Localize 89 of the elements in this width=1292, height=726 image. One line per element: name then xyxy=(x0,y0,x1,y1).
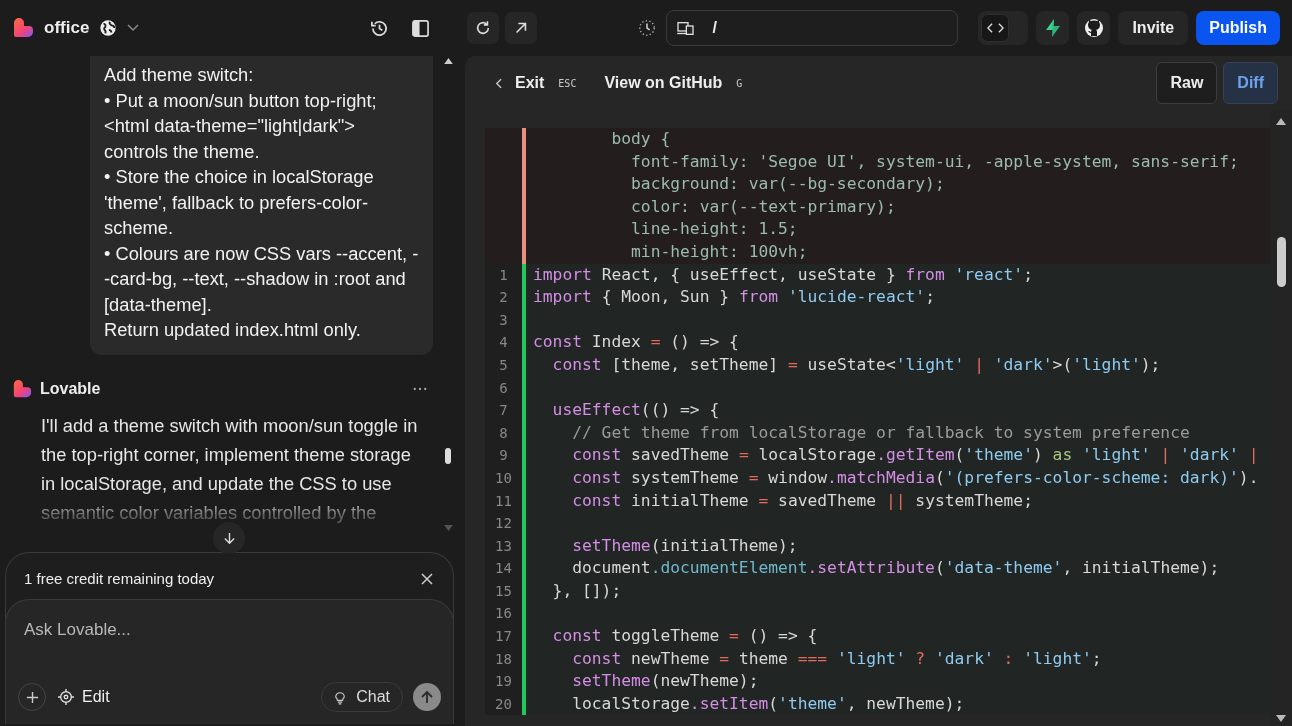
line-number: 17 xyxy=(485,625,522,648)
line-number: 2 xyxy=(485,286,522,309)
code-line: body { xyxy=(610,128,671,150)
assistant-name: Lovable xyxy=(40,379,101,398)
code-icon xyxy=(986,22,1004,34)
mode-tab[interactable]: Raw xyxy=(1156,62,1218,104)
code-line: localStorage.setItem('theme', newTheme); xyxy=(571,692,965,715)
scroll-up-arrow-icon[interactable] xyxy=(1276,118,1286,125)
line-number: 11 xyxy=(485,489,522,513)
code-line: const Index = () => { xyxy=(532,331,739,354)
line-number: 10 xyxy=(485,466,522,490)
code-line: const newTheme = theme === 'light' ? 'dark' : 'light'; xyxy=(571,647,1102,670)
send-button[interactable] xyxy=(413,683,441,711)
globe-icon[interactable] xyxy=(99,19,118,37)
dotted-clock-icon[interactable] xyxy=(638,19,657,37)
exit-button[interactable]: Exit xyxy=(495,74,545,92)
line-number: 7 xyxy=(485,399,522,422)
code-line: const initialTheme = savedTheme || systemTheme; xyxy=(571,489,1033,512)
heart-logo-icon xyxy=(12,378,32,399)
line-number: 5 xyxy=(485,353,522,377)
code-line: min-height: 100vh; xyxy=(630,240,808,263)
assistant-message: I'll add a theme switch with moon/sun toggle in the top-right corner, implement theme storage in localStorage, and update the CSS to use semantic color variables controlled by the xyxy=(41,413,419,525)
message-input[interactable]: Ask Lovable... xyxy=(18,616,441,644)
code-line: }, []); xyxy=(551,579,622,602)
plus-icon xyxy=(25,690,39,704)
project-name[interactable]: office xyxy=(44,18,90,38)
line-number: 19 xyxy=(485,670,522,693)
scrollbar-thumb[interactable] xyxy=(445,448,451,464)
line-number: 1 xyxy=(485,263,522,287)
line-number: 13 xyxy=(485,534,522,558)
shortcut-hint: ESC xyxy=(558,77,577,89)
mode-tab[interactable]: Diff xyxy=(1223,62,1278,104)
shortcut-hint: G xyxy=(736,77,743,89)
lightbulb-icon xyxy=(334,689,347,705)
scroll-down-arrow-icon[interactable] xyxy=(1276,715,1286,722)
code-line: const systemTheme = window.matchMedia('(prefers-color-scheme: dark)'). xyxy=(571,466,1259,489)
code-line: useEffect(() => { xyxy=(551,399,720,422)
line-number: 8 xyxy=(485,421,522,445)
refresh-icon xyxy=(475,20,492,36)
notice-text: 1 free credit remaining today xyxy=(24,570,215,587)
line-number: 9 xyxy=(485,444,522,467)
github-button[interactable] xyxy=(1077,11,1111,45)
code-line: line-height: 1.5; xyxy=(630,218,798,241)
address-field[interactable]: / xyxy=(666,10,959,46)
code-line: const toggleTheme = () => { xyxy=(551,625,818,648)
invite-button[interactable]: Invite xyxy=(1118,11,1189,45)
code-line: import { Moon, Sun } from 'lucide-react'; xyxy=(532,286,935,309)
bolt-button[interactable] xyxy=(1036,11,1070,45)
scroll-up-arrow-icon[interactable] xyxy=(444,58,453,64)
close-icon[interactable] xyxy=(421,572,433,585)
code-view-button[interactable] xyxy=(981,14,1010,42)
line-number: 14 xyxy=(485,557,522,580)
code-line: background: var(--bg-secondary); xyxy=(630,173,945,196)
sidebar-panel-icon[interactable] xyxy=(411,19,429,37)
edit-button[interactable]: Edit xyxy=(58,688,110,706)
target-icon xyxy=(58,689,74,705)
code-line: import React, { useEffect, useState } from 'react'; xyxy=(532,263,1033,286)
line-number: 6 xyxy=(485,376,522,400)
view-on-github-button[interactable]: View on GitHub xyxy=(604,74,723,92)
publish-button[interactable]: Publish xyxy=(1196,11,1280,45)
code-line: document.documentElement.setAttribute('data-theme', initialTheme); xyxy=(571,557,1220,580)
chevron-down-icon[interactable] xyxy=(127,24,140,32)
heart-logo-icon[interactable] xyxy=(12,17,34,39)
code-line: color: var(--text-primary); xyxy=(630,195,896,218)
line-number: 20 xyxy=(485,692,522,716)
scroll-down-button[interactable] xyxy=(213,522,245,554)
more-options-icon[interactable] xyxy=(413,386,427,391)
line-number: 15 xyxy=(485,579,522,603)
arrow-down-icon xyxy=(222,531,236,545)
code-line: font-family: 'Segoe UI', system-ui, -apple-system, sans-serif; xyxy=(630,150,1239,173)
devices-icon xyxy=(677,20,695,36)
open-external-button[interactable] xyxy=(505,12,538,44)
code-line: const [theme, setTheme] = useState<'light' | 'dark'>('light'); xyxy=(551,353,1161,376)
line-number: 16 xyxy=(485,602,522,626)
user-message: Add theme switch: • Put a moon/sun button top-right; <html data-theme="light|dark"> controls the theme. • Store the choice in localStorage 'theme', fallback to prefers-color-scheme. • Colours are now CSS vars --accent, --card-bg, --text, --shadow in :root and [data-theme]. Return updated index.html only. xyxy=(90,56,433,355)
line-number: 3 xyxy=(485,308,522,332)
github-icon xyxy=(1083,18,1104,38)
line-number: 18 xyxy=(485,647,522,671)
code-line: setTheme(initialTheme); xyxy=(571,534,798,557)
line-number: 12 xyxy=(485,512,522,535)
code-line: const savedTheme = localStorage.getItem('theme') as 'light' | 'dark' | xyxy=(571,444,1259,467)
chevron-left-icon xyxy=(495,77,502,89)
code-line: setTheme(newTheme); xyxy=(571,670,759,693)
code-line: // Get theme from localStorage or fallback to system preference xyxy=(571,421,1190,444)
arrow-up-icon xyxy=(420,690,434,704)
refresh-button[interactable] xyxy=(467,12,500,44)
scrollbar-thumb[interactable] xyxy=(1276,237,1286,287)
history-icon[interactable] xyxy=(369,18,389,38)
line-number: 4 xyxy=(485,331,522,354)
